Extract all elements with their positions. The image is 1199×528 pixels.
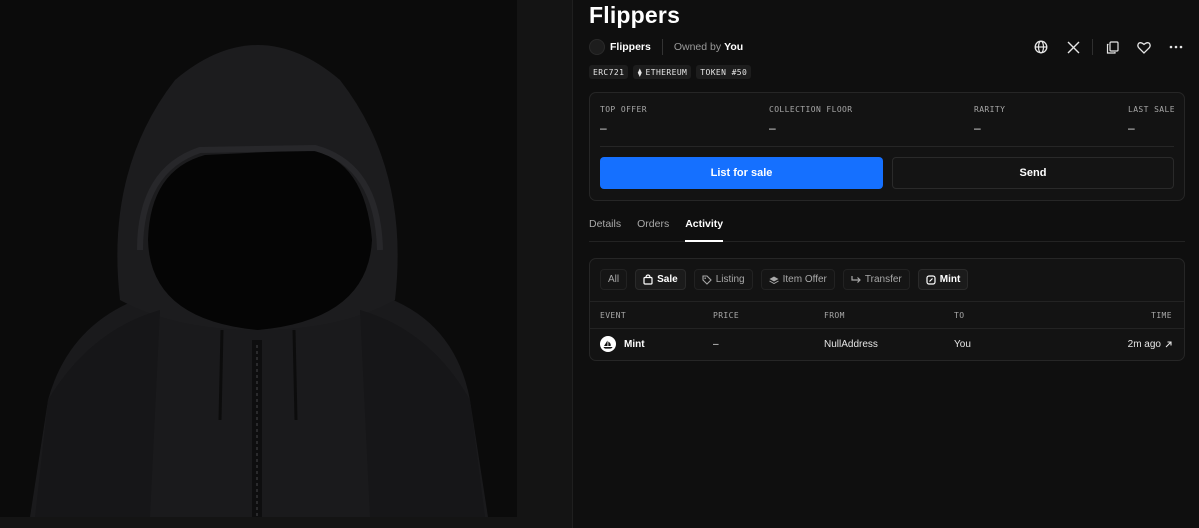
offer-icon (768, 276, 779, 284)
stat-value: – (1128, 121, 1136, 135)
token-id-chip: TOKEN #50 (696, 65, 752, 79)
time-link[interactable]: 2m ago (1128, 339, 1172, 350)
send-button[interactable]: Send (892, 157, 1174, 189)
item-tabs: Details Orders Activity (589, 218, 1185, 242)
mint-icon (926, 274, 936, 285)
collection-link[interactable]: Flippers (610, 41, 651, 53)
copy-icon[interactable] (1103, 38, 1121, 56)
stat-value: – (769, 121, 777, 135)
tag-icon (702, 274, 712, 285)
column-header-from: FROM (824, 311, 845, 320)
from-address-link[interactable]: NullAddress (824, 339, 878, 350)
token-chips: ERC721 ⧫ ETHEREUM TOKEN #50 (589, 65, 752, 79)
bag-icon (643, 274, 653, 285)
event-cell: Mint (600, 336, 645, 352)
owner-link[interactable]: You (724, 41, 743, 53)
collection-avatar[interactable] (589, 39, 605, 55)
filter-listing[interactable]: Listing (693, 269, 753, 290)
activity-filters: All Sale Listing Item Offer Transfer Min… (600, 269, 969, 290)
stat-collection-floor: COLLECTION FLOOR – (769, 105, 853, 135)
filter-sale[interactable]: Sale (635, 269, 686, 290)
to-address-link[interactable]: You (954, 339, 971, 350)
actions-divider (1092, 39, 1093, 55)
filter-mint[interactable]: Mint (917, 269, 969, 290)
column-header-to: TO (954, 311, 965, 320)
meta-divider (661, 39, 663, 55)
owned-by-label: Owned by (673, 41, 722, 53)
price-stats-card: TOP OFFER – COLLECTION FLOOR – RARITY – … (589, 92, 1185, 201)
filter-item-offer[interactable]: Item Offer (760, 269, 835, 290)
heart-icon[interactable] (1135, 38, 1153, 56)
filters-divider (590, 301, 1184, 302)
filter-all[interactable]: All (600, 269, 628, 290)
page-title: Flippers (589, 2, 681, 28)
ethereum-icon: ⧫ (637, 67, 643, 77)
stat-last-sale: LAST SALE – (1128, 105, 1175, 135)
tab-activity[interactable]: Activity (685, 218, 724, 242)
stat-rarity: RARITY – (974, 105, 1006, 135)
standard-chip: ERC721 (589, 65, 629, 79)
stat-top-offer: TOP OFFER – (600, 105, 647, 135)
stats-divider (600, 146, 1174, 147)
transfer-icon (851, 275, 861, 284)
tab-details[interactable]: Details (589, 218, 621, 242)
column-header-price: PRICE (713, 311, 740, 320)
table-header-divider (590, 328, 1184, 329)
item-details: Flippers Flippers Owned by You ERC721 ⧫ E… (589, 0, 1185, 528)
external-link-icon (1165, 341, 1172, 348)
stat-value: – (974, 121, 982, 135)
stat-value: – (600, 121, 608, 135)
item-meta: Flippers Owned by You (589, 38, 743, 56)
filter-transfer[interactable]: Transfer (842, 269, 910, 290)
opensea-logo-icon (600, 336, 616, 352)
price-cell: – (713, 339, 719, 350)
nft-image[interactable] (0, 0, 517, 517)
hooded-figure-artwork (0, 0, 517, 517)
header-actions (1032, 38, 1185, 56)
media-panel (0, 0, 573, 528)
activity-panel: All Sale Listing Item Offer Transfer Min… (589, 258, 1185, 361)
chain-chip[interactable]: ⧫ ETHEREUM (633, 65, 692, 79)
more-icon[interactable] (1167, 38, 1185, 56)
tab-orders[interactable]: Orders (637, 218, 669, 242)
x-icon[interactable] (1064, 38, 1082, 56)
column-header-event: EVENT (600, 311, 627, 320)
globe-icon[interactable] (1032, 38, 1050, 56)
list-for-sale-button[interactable]: List for sale (600, 157, 883, 189)
column-header-time: TIME (1151, 311, 1172, 320)
